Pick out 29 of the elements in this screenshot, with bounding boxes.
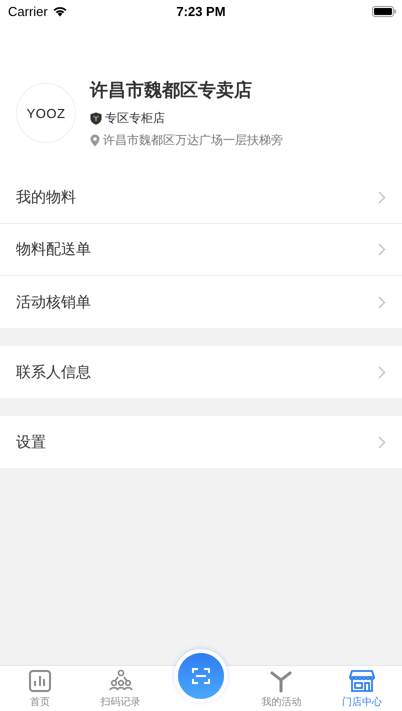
tab-item[interactable]: 扫码记录 xyxy=(80,666,161,711)
store-name: 许昌市魏都区专卖店 xyxy=(90,78,253,102)
location-pin-icon xyxy=(90,134,100,146)
storefront-icon xyxy=(348,669,375,693)
wifi-icon xyxy=(52,5,68,17)
tab-item[interactable]: 门店中心 xyxy=(322,666,402,711)
store-address: 许昌市魏都区万达广场一层扶梯旁 xyxy=(103,132,283,148)
logo-text: YOOZ xyxy=(26,106,66,120)
store-type: 专区专柜店 xyxy=(105,110,165,126)
menu-item[interactable]: 活动核销单 xyxy=(0,276,402,328)
carrier-name: Carrier xyxy=(8,4,48,18)
y-shape-icon xyxy=(269,669,294,693)
menu-item[interactable]: 我的物料 xyxy=(0,172,402,224)
chevron-right-icon xyxy=(378,191,386,204)
people-icon xyxy=(108,669,133,693)
battery-icon xyxy=(372,6,396,16)
scan-icon xyxy=(191,667,212,685)
menu-item[interactable]: 设置 xyxy=(0,416,402,468)
status-time: 7:23 PM xyxy=(176,4,226,18)
chevron-right-icon xyxy=(378,436,386,448)
tab-item[interactable]: 我的活动 xyxy=(241,666,322,711)
chevron-right-icon xyxy=(378,296,386,308)
scan-button[interactable] xyxy=(178,653,224,699)
menu-item[interactable]: 联系人信息 xyxy=(0,346,402,398)
menu-item[interactable]: 物料配送单 xyxy=(0,224,402,276)
chevron-right-icon xyxy=(378,243,386,256)
chart-icon xyxy=(28,669,52,693)
chevron-right-icon xyxy=(378,366,386,378)
shield-icon xyxy=(90,112,102,124)
